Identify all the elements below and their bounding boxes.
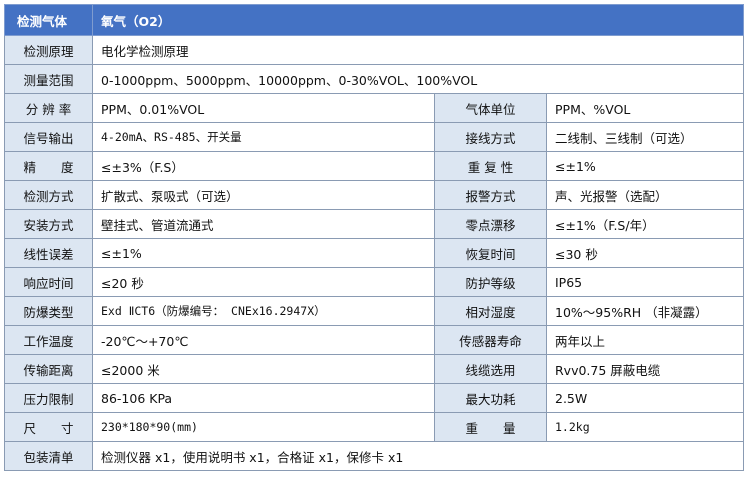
table-row: 传输距离 ≤2000 米 线缆选用 Rvv0.75 屏蔽电缆 [4, 354, 745, 384]
table-row: 响应时间 ≤20 秒 防护等级 IP65 [4, 267, 745, 297]
table-row: 精 度 ≤±3%（F.S） 重 复 性 ≤±1% [4, 151, 745, 181]
header-value: 氧气（O2） [91, 4, 745, 36]
row-label: 检测原理 [4, 35, 93, 65]
table-row: 线性误差 ≤±1% 恢复时间 ≤30 秒 [4, 238, 745, 268]
table-row: 信号输出 4-20mA、RS-485、开关量 接线方式 二线制、三线制（可选） [4, 122, 745, 152]
row-value: 86-106 KPa [92, 383, 435, 413]
row-value-right: 声、光报警（选配） [545, 180, 745, 210]
row-value: 壁挂式、管道流通式 [92, 209, 435, 239]
row-label-right: 相对湿度 [434, 296, 547, 326]
row-value-right: 2.5W [545, 383, 745, 413]
row-label-right: 气体单位 [434, 93, 547, 123]
row-value-right: ≤±1% [545, 151, 745, 181]
table-row: 安装方式 壁挂式、管道流通式 零点漂移 ≤±1%（F.S/年） [4, 209, 745, 239]
row-value: ≤±1% [92, 238, 435, 268]
row-value-right: Rvv0.75 屏蔽电缆 [545, 354, 745, 384]
table-row: 测量范围 0-1000ppm、5000ppm、10000ppm、0-30%VOL… [4, 64, 745, 94]
row-value: 0-1000ppm、5000ppm、10000ppm、0-30%VOL、100%… [91, 64, 745, 94]
row-value-right: 10%～95%RH （非凝露） [545, 296, 745, 326]
row-value: 电化学检测原理 [91, 35, 745, 65]
spec-table: 检测气体 氧气（O2） 检测原理 电化学检测原理 测量范围 0-1000ppm、… [4, 4, 745, 471]
row-value-right: PPM、%VOL [545, 93, 745, 123]
row-label: 精 度 [4, 151, 93, 181]
row-value: -20℃～+70℃ [92, 325, 435, 355]
row-value: ≤2000 米 [92, 354, 435, 384]
row-label-right: 防护等级 [434, 267, 547, 297]
row-label-right: 零点漂移 [434, 209, 547, 239]
row-label: 测量范围 [4, 64, 93, 94]
row-value: 230*180*90(mm) [92, 412, 435, 442]
row-value-right: ≤30 秒 [545, 238, 745, 268]
row-value: 4-20mA、RS-485、开关量 [92, 122, 435, 152]
row-value: ≤±3%（F.S） [92, 151, 435, 181]
row-value-right: IP65 [545, 267, 745, 297]
table-row: 压力限制 86-106 KPa 最大功耗 2.5W [4, 383, 745, 413]
row-value-right: 二线制、三线制（可选） [545, 122, 745, 152]
row-value-right: ≤±1%（F.S/年） [545, 209, 745, 239]
row-label: 分 辨 率 [4, 93, 93, 123]
row-label-right: 重 复 性 [434, 151, 547, 181]
row-label: 压力限制 [4, 383, 93, 413]
row-label: 安装方式 [4, 209, 93, 239]
table-row: 检测方式 扩散式、泵吸式（可选） 报警方式 声、光报警（选配） [4, 180, 745, 210]
row-label: 防爆类型 [4, 296, 93, 326]
row-value-right: 两年以上 [545, 325, 745, 355]
row-label-right: 传感器寿命 [434, 325, 547, 355]
row-label: 响应时间 [4, 267, 93, 297]
table-row: 防爆类型 Exd ⅡCT6（防爆编号： CNEx16.2947X） 相对湿度 1… [4, 296, 745, 326]
row-value: PPM、0.01%VOL [92, 93, 435, 123]
table-row: 分 辨 率 PPM、0.01%VOL 气体单位 PPM、%VOL [4, 93, 745, 123]
row-value-right: 1.2kg [545, 412, 745, 442]
row-label: 工作温度 [4, 325, 93, 355]
table-row: 尺 寸 230*180*90(mm) 重 量 1.2kg [4, 412, 745, 442]
row-label-right: 重 量 [434, 412, 547, 442]
row-label: 包装清单 [4, 441, 93, 471]
row-value: ≤20 秒 [92, 267, 435, 297]
row-label: 传输距离 [4, 354, 93, 384]
row-label-right: 最大功耗 [434, 383, 547, 413]
row-label: 线性误差 [4, 238, 93, 268]
row-value: 检测仪器 x1，使用说明书 x1，合格证 x1，保修卡 x1 [91, 441, 745, 471]
row-value: Exd ⅡCT6（防爆编号： CNEx16.2947X） [92, 296, 435, 326]
row-label-right: 报警方式 [434, 180, 547, 210]
row-label-right: 线缆选用 [434, 354, 547, 384]
table-row: 包装清单 检测仪器 x1，使用说明书 x1，合格证 x1，保修卡 x1 [4, 441, 745, 471]
header-row: 检测气体 氧气（O2） [4, 4, 745, 36]
table-row: 工作温度 -20℃～+70℃ 传感器寿命 两年以上 [4, 325, 745, 355]
row-label-right: 接线方式 [434, 122, 547, 152]
table-row: 检测原理 电化学检测原理 [4, 35, 745, 65]
row-value: 扩散式、泵吸式（可选） [92, 180, 435, 210]
row-label: 尺 寸 [4, 412, 93, 442]
row-label: 信号输出 [4, 122, 93, 152]
header-label: 检测气体 [4, 4, 93, 36]
row-label-right: 恢复时间 [434, 238, 547, 268]
row-label: 检测方式 [4, 180, 93, 210]
